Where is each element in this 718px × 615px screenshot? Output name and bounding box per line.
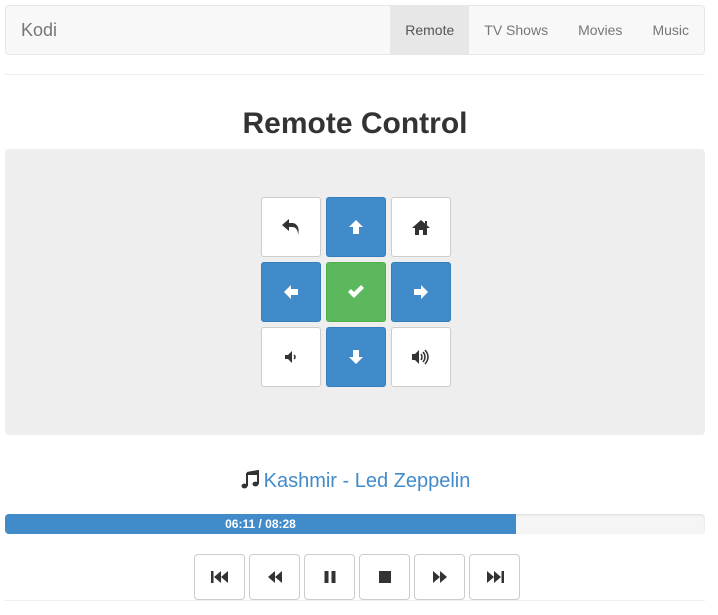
divider — [5, 600, 705, 601]
nav-item-tv-shows[interactable]: TV Shows — [469, 6, 563, 54]
page-title: Remote Control — [242, 107, 468, 140]
down-button[interactable] — [326, 327, 386, 387]
skip-next-button[interactable] — [469, 554, 520, 600]
progress-fill: 06:11 / 08:28 — [5, 514, 516, 534]
home-icon — [412, 220, 430, 235]
remote-dpad — [261, 197, 451, 387]
back-button[interactable] — [261, 197, 321, 257]
check-icon — [348, 285, 364, 298]
skip-next-icon — [486, 571, 504, 583]
rewind-button[interactable] — [249, 554, 300, 600]
volume-up-icon — [412, 349, 429, 365]
stop-icon — [378, 571, 391, 583]
pause-button[interactable] — [304, 554, 355, 600]
volume-down-button[interactable] — [261, 327, 321, 387]
music-note-icon — [240, 469, 260, 497]
skip-previous-icon — [210, 571, 228, 583]
brand-link[interactable]: Kodi — [21, 6, 57, 54]
navbar: Kodi Remote TV Shows Movies Music — [5, 5, 705, 55]
divider — [5, 74, 705, 75]
nav-item-remote[interactable]: Remote — [390, 6, 470, 54]
arrow-up-icon — [349, 220, 363, 234]
rewind-icon — [267, 571, 282, 583]
now-playing-title[interactable]: Kashmir - Led Zeppelin — [264, 470, 471, 492]
back-icon — [282, 219, 299, 235]
fast-forward-icon — [432, 571, 447, 583]
nav-menu: Remote TV Shows Movies Music — [390, 6, 704, 54]
nav-item-music[interactable]: Music — [637, 6, 704, 54]
home-button[interactable] — [391, 197, 451, 257]
nav-item-movies[interactable]: Movies — [563, 6, 637, 54]
skip-previous-button[interactable] — [194, 554, 245, 600]
now-playing: Kashmir - Led Zeppelin — [0, 468, 710, 497]
playback-progress[interactable]: 06:11 / 08:28 — [5, 514, 705, 534]
remote-panel — [5, 149, 705, 435]
transport-controls — [194, 554, 520, 600]
left-button[interactable] — [261, 262, 321, 322]
volume-down-icon — [285, 351, 296, 363]
arrow-down-icon — [349, 350, 363, 364]
fast-forward-button[interactable] — [414, 554, 465, 600]
up-button[interactable] — [326, 197, 386, 257]
pause-icon — [324, 571, 335, 583]
select-button[interactable] — [326, 262, 386, 322]
right-button[interactable] — [391, 262, 451, 322]
volume-up-button[interactable] — [391, 327, 451, 387]
stop-button[interactable] — [359, 554, 410, 600]
arrow-right-icon — [414, 285, 428, 299]
arrow-left-icon — [284, 285, 298, 299]
